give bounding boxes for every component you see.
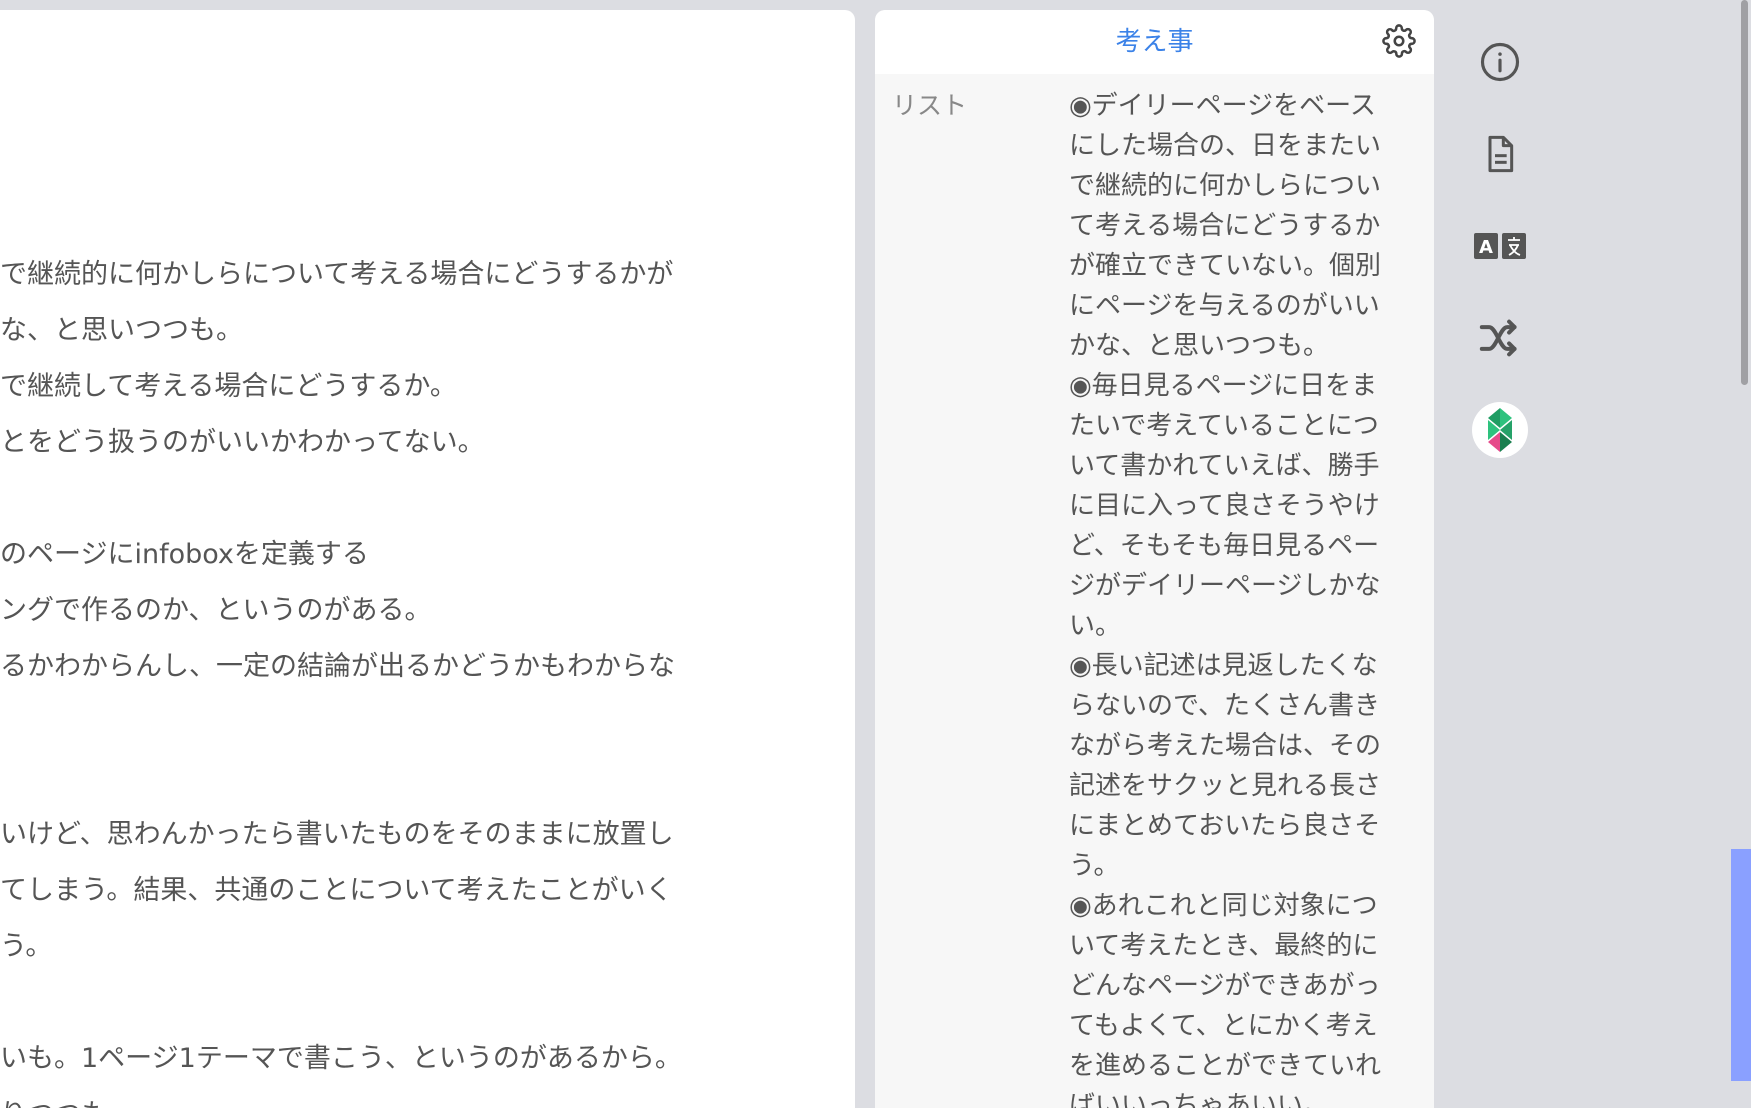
edit-indicator <box>1731 849 1751 1081</box>
infobox-value-line: ◉毎日見るページに日をま <box>1069 371 1378 401</box>
infobox-value-line: い。 <box>1069 611 1122 641</box>
page-line[interactable] <box>0 471 855 527</box>
infobox-value-line: どんなページができあがっ <box>1069 971 1381 1001</box>
page-line[interactable]: で継続して考える場合にどうするか。 <box>0 359 855 415</box>
infobox-value-line: う。 <box>1069 851 1120 881</box>
info-button[interactable] <box>1460 18 1540 110</box>
page-line[interactable]: いも。1ページ1テーマで書こう、というのがあるから。 <box>0 1031 855 1087</box>
infobox-panel: 考え事 リスト ◉デイリーページをベース にした場合の、日をまたい で継続的に何… <box>875 10 1434 1108</box>
page-line[interactable]: とをどう扱うのがいいかわかってない。 <box>0 415 855 471</box>
infobox-value-line: が確立できていない。個別 <box>1069 251 1382 281</box>
page-line[interactable]: てしまう。結果、共通のことについて考えたことがいく <box>0 863 855 919</box>
infobox-value-line: て考える場合にどうするか <box>1069 211 1381 241</box>
infobox-value-line: かな、と思いつつも。 <box>1069 331 1330 361</box>
infobox-value-line: 記述をサクッと見れる長さ <box>1069 771 1382 801</box>
page-line[interactable]: りつつも <box>0 1087 855 1108</box>
page-lines: で継続的に何かしらについて考える場合にどうするかが な、と思いつつも。 で継続し… <box>0 247 855 1108</box>
infobox-value-line: ジがデイリーページしかな <box>1069 571 1381 601</box>
infobox-value-line: いて書かれていえば、勝手 <box>1069 451 1380 481</box>
infobox-value[interactable]: ◉デイリーページをベース にした場合の、日をまたい で継続的に何かしらについ て… <box>1069 86 1411 1108</box>
app-logo-icon <box>1472 402 1528 462</box>
translate-button[interactable]: A <box>1460 202 1540 294</box>
page-line[interactable]: るかわからんし、一定の結論が出るかどうかもわからな <box>0 639 855 695</box>
infobox-value-line: にした場合の、日をまたい <box>1069 131 1382 161</box>
infobox-value-line: てもよくて、とにかく考え <box>1069 1011 1378 1041</box>
infobox-header: 考え事 <box>875 10 1434 74</box>
infobox-value-line: ながら考えた場合は、その <box>1069 731 1382 761</box>
translate-icon: A <box>1474 231 1526 265</box>
page-line[interactable] <box>0 695 855 751</box>
infobox-value-line: たいで考えていることにつ <box>1069 411 1379 441</box>
infobox-value-line: にまとめておいたら良さそ <box>1069 811 1381 841</box>
infobox-value-line: ど、そもそも毎日見るペー <box>1069 531 1380 561</box>
page-line[interactable] <box>0 751 855 807</box>
app-logo-button[interactable] <box>1460 386 1540 478</box>
document-button[interactable] <box>1460 110 1540 202</box>
info-icon <box>1479 41 1521 87</box>
page-line[interactable]: な、と思いつつも。 <box>0 303 855 359</box>
side-toolbar: A <box>1460 18 1540 478</box>
infobox-value-line: ◉デイリーページをベース <box>1069 91 1376 121</box>
document-icon <box>1480 133 1520 179</box>
shuffle-icon <box>1478 318 1522 362</box>
infobox-key: リスト <box>892 91 968 120</box>
infobox-row: リスト ◉デイリーページをベース にした場合の、日をまたい で継続的に何かしらに… <box>875 74 1434 1108</box>
page-line[interactable]: のページにinfoboxを定義する <box>0 527 855 583</box>
infobox-value-line: ばいいっちゃあいい。 <box>1069 1091 1330 1108</box>
page-line[interactable]: いけど、思わんかったら書いたものをそのままに放置し <box>0 807 855 863</box>
infobox-value-line: らないので、たくさん書き <box>1069 691 1380 721</box>
infobox-value-line: を進めることができていれ <box>1069 1051 1382 1081</box>
random-page-button[interactable] <box>1460 294 1540 386</box>
infobox-value-line: ◉長い記述は見返したくな <box>1069 651 1378 681</box>
infobox-value-line: で継続的に何かしらについ <box>1069 171 1382 201</box>
page-editor[interactable]: で継続的に何かしらについて考える場合にどうするかが な、と思いつつも。 で継続し… <box>0 10 855 1108</box>
gear-icon[interactable] <box>1382 24 1416 58</box>
infobox-value-line: いて考えたとき、最終的に <box>1069 931 1379 961</box>
infobox-value-line: ◉あれこれと同じ対象につ <box>1069 891 1378 921</box>
page-line[interactable] <box>0 975 855 1031</box>
page-line[interactable]: う。 <box>0 919 855 975</box>
svg-text:A: A <box>1479 237 1493 258</box>
infobox-title[interactable]: 考え事 <box>875 10 1434 74</box>
page-line[interactable]: で継続的に何かしらについて考える場合にどうするかが <box>0 247 855 303</box>
scrollbar-thumb[interactable] <box>1741 0 1748 385</box>
infobox-value-line: にページを与えるのがいい <box>1069 291 1380 321</box>
page-line[interactable]: ングで作るのか、というのがある。 <box>0 583 855 639</box>
infobox-value-line: に目に入って良さそうやけ <box>1069 491 1380 521</box>
